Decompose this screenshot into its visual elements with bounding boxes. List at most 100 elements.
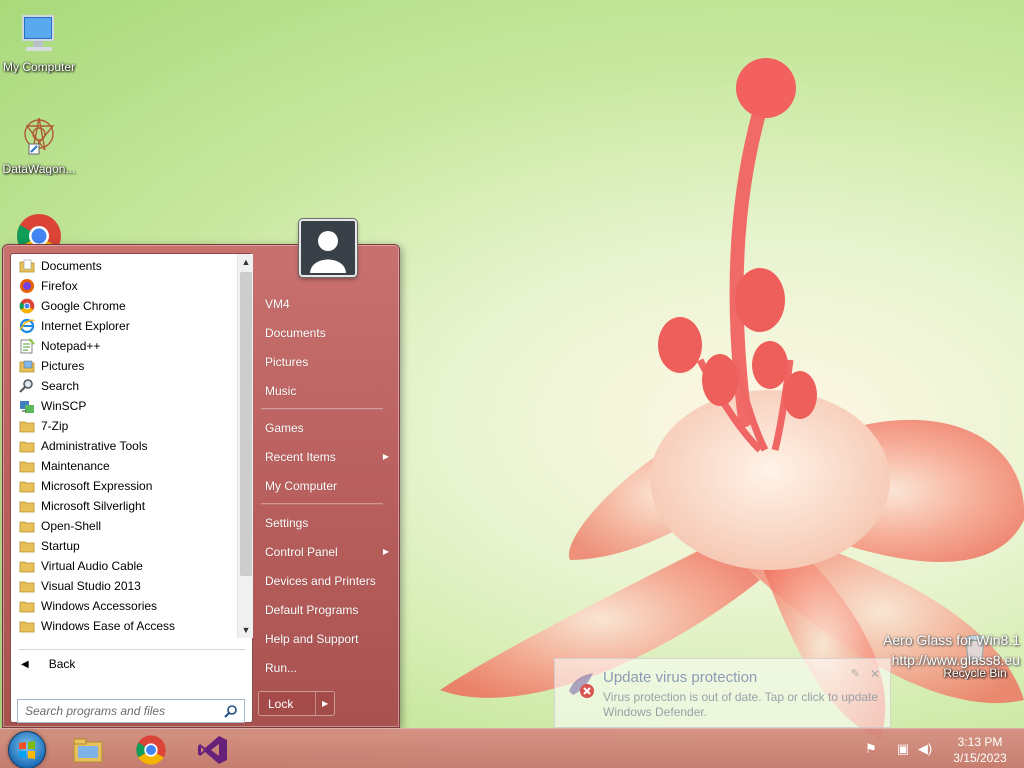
program-label: Google Chrome	[41, 299, 126, 313]
program-item-search[interactable]: Search	[11, 376, 237, 396]
program-item-microsoft-silverlight[interactable]: Microsoft Silverlight	[11, 496, 237, 516]
scroll-down-icon[interactable]: ▼	[238, 622, 254, 638]
menu-item-label: VM4	[265, 296, 290, 311]
taskbar-chrome[interactable]	[129, 732, 173, 768]
program-label: Microsoft Expression	[41, 479, 153, 493]
menu-item-default-programs[interactable]: Default Programs	[255, 595, 397, 624]
program-item-windows-accessories[interactable]: Windows Accessories	[11, 596, 237, 616]
program-label: 7-Zip	[41, 419, 69, 433]
network-icon[interactable]: ▣	[892, 741, 914, 757]
menu-item-label: Devices and Printers	[265, 573, 376, 588]
taskbar: ⚑ ▣ ◀) 3:13 PM 3/15/2023	[0, 728, 1024, 768]
lock-options-arrow-icon[interactable]: ▶	[316, 699, 334, 708]
documents-icon	[19, 258, 35, 274]
program-label: Startup	[41, 539, 80, 553]
program-label: WinSCP	[41, 399, 87, 413]
scroll-thumb[interactable]	[240, 272, 252, 576]
program-item-virtual-audio-cable[interactable]: Virtual Audio Cable	[11, 556, 237, 576]
back-button[interactable]: ◀ Back	[11, 654, 251, 674]
menu-item-label: Help and Support	[265, 631, 359, 646]
program-item-administrative-tools[interactable]: Administrative Tools	[11, 436, 237, 456]
program-item-internet-explorer[interactable]: Internet Explorer	[11, 316, 237, 336]
program-item-notepad[interactable]: Notepad++	[11, 336, 237, 356]
folder-icon	[19, 538, 35, 554]
program-item-open-shell[interactable]: Open-Shell	[11, 516, 237, 536]
defender-warning-icon	[565, 669, 597, 701]
chrome-icon	[136, 735, 166, 765]
menu-item-settings[interactable]: Settings	[255, 508, 397, 537]
volume-icon[interactable]: ◀)	[914, 741, 936, 757]
program-label: Notepad++	[41, 339, 101, 353]
search-programs-input[interactable]: Search programs and files	[17, 699, 245, 723]
menu-item-recent-items[interactable]: Recent Items ▶	[255, 442, 397, 471]
clock-date: 3/15/2023	[953, 751, 1007, 765]
menu-item-label: Recent Items	[265, 449, 336, 464]
menu-item-label: Control Panel	[265, 544, 338, 559]
notification-body: Virus protection is out of date. Tap or …	[603, 690, 879, 719]
program-label: Search	[41, 379, 80, 393]
folder-icon	[19, 418, 35, 434]
user-avatar[interactable]	[299, 219, 357, 277]
program-label: Open-Shell	[41, 519, 102, 533]
menu-item-control-panel[interactable]: Control Panel ▶	[255, 537, 397, 566]
notification-balloon[interactable]: Update virus protection Virus protection…	[554, 658, 891, 728]
aero-glass-watermark: Aero Glass for Win8.1 http://www.glass8.…	[883, 630, 1020, 670]
menu-item-label: Documents	[265, 325, 326, 340]
program-item-firefox[interactable]: Firefox	[11, 276, 237, 296]
close-icon[interactable]: ✕	[870, 667, 880, 681]
program-item-visual-studio-2013[interactable]: Visual Studio 2013	[11, 576, 237, 596]
menu-item-documents[interactable]: Documents	[255, 318, 397, 347]
program-item-windows-ease-of-access[interactable]: Windows Ease of Access	[11, 616, 237, 636]
menu-item-label: Pictures	[265, 354, 309, 369]
menu-item-label: My Computer	[265, 478, 338, 493]
menu-item-games[interactable]: Games	[255, 413, 397, 442]
program-item-7-zip[interactable]: 7-Zip	[11, 416, 237, 436]
program-item-documents[interactable]: Documents	[11, 256, 237, 276]
desktop-icon-label: DataWagon...	[2, 162, 76, 176]
program-label: Microsoft Silverlight	[41, 499, 146, 513]
taskbar-visual-studio[interactable]	[191, 732, 235, 768]
menu-item-music[interactable]: Music	[255, 376, 397, 405]
program-label: Documents	[41, 259, 102, 273]
scroll-up-icon[interactable]: ▲	[238, 254, 254, 270]
search-icon	[19, 378, 35, 394]
menu-item-run[interactable]: Run...	[255, 653, 397, 682]
folder-icon	[19, 578, 35, 594]
menu-item-my-computer[interactable]: My Computer	[255, 471, 397, 500]
lock-label[interactable]: Lock	[259, 692, 317, 715]
clock-time: 3:13 PM	[957, 735, 1003, 749]
folder-icon	[19, 598, 35, 614]
program-label: Internet Explorer	[41, 319, 130, 333]
action-center-flag-icon[interactable]: ⚑	[860, 741, 882, 757]
visual-studio-icon	[198, 736, 227, 764]
start-menu: Documents Firefox Google Chrome Internet Ex…	[2, 219, 400, 728]
menu-item-devices-printers[interactable]: Devices and Printers	[255, 566, 397, 595]
search-icon[interactable]	[224, 704, 238, 721]
start-button[interactable]	[8, 731, 46, 768]
notepadpp-icon	[19, 338, 35, 354]
program-item-pictures[interactable]: Pictures	[11, 356, 237, 376]
notification-title: Update virus protection	[603, 669, 758, 686]
program-item-microsoft-expression[interactable]: Microsoft Expression	[11, 476, 237, 496]
menu-item-label: Settings	[265, 515, 309, 530]
desktop-icon-my-computer[interactable]: My Computer	[0, 10, 78, 74]
program-label: Windows Ease of Access	[41, 619, 176, 633]
desktop-icon-datawagon[interactable]: DataWagon...	[0, 112, 78, 176]
programs-divider	[19, 649, 245, 650]
firefox-icon	[19, 278, 35, 294]
program-label: Visual Studio 2013	[41, 579, 141, 593]
taskbar-file-explorer[interactable]	[66, 732, 110, 768]
menu-item-pictures[interactable]: Pictures	[255, 347, 397, 376]
clock[interactable]: 3:13 PM 3/15/2023	[940, 734, 1020, 766]
program-label: Virtual Audio Cable	[41, 559, 143, 573]
menu-item-user[interactable]: VM4	[255, 289, 397, 318]
programs-scrollbar[interactable]: ▲ ▼	[237, 254, 253, 638]
lock-button[interactable]: Lock ▶	[258, 691, 335, 716]
program-item-maintenance[interactable]: Maintenance	[11, 456, 237, 476]
menu-item-help-support[interactable]: Help and Support	[255, 624, 397, 653]
program-item-startup[interactable]: Startup	[11, 536, 237, 556]
program-item-google-chrome[interactable]: Google Chrome	[11, 296, 237, 316]
program-label: Windows Accessories	[41, 599, 158, 613]
pin-icon[interactable]: ✎	[851, 667, 860, 680]
program-item-winscp[interactable]: WinSCP	[11, 396, 237, 416]
